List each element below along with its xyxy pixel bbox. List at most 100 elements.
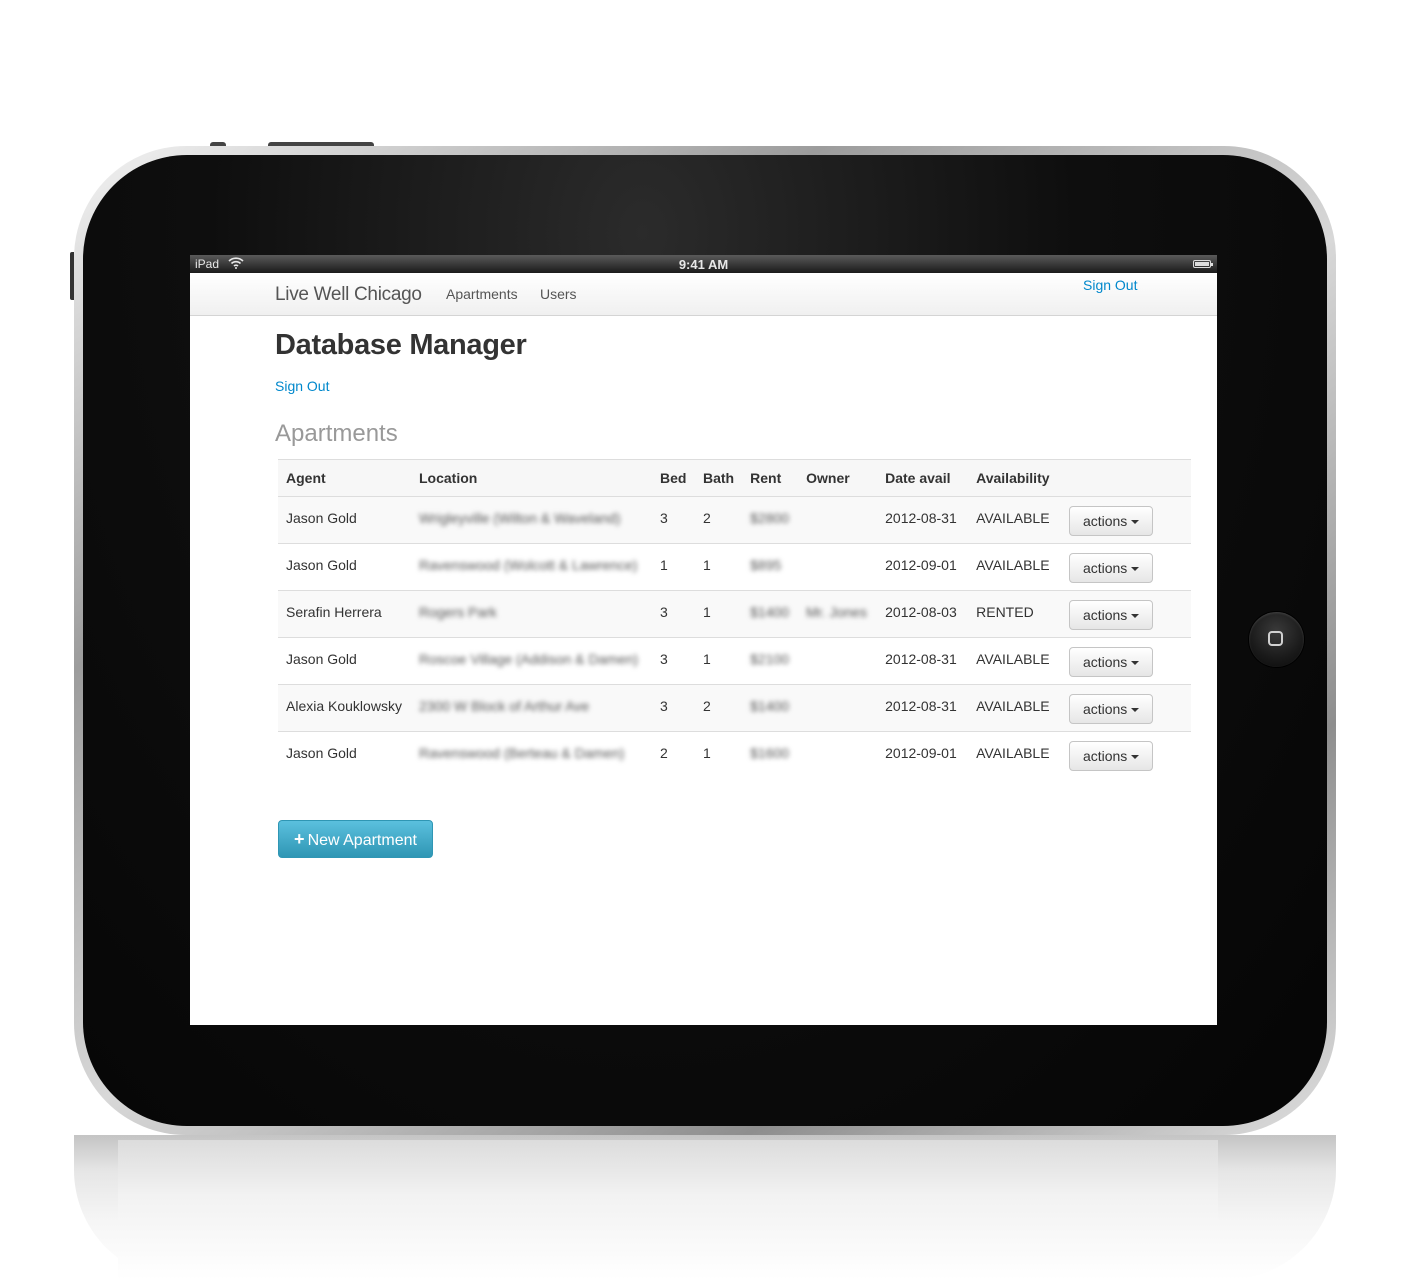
apartments-table-wrapper: Agent Location Bed Bath Rent Owner Date … (278, 459, 1192, 778)
cell-date-avail-container: 2012-09-01 (877, 543, 969, 591)
cell-rent: $1600 (750, 745, 790, 761)
cell-actions-container: actions (1061, 731, 1192, 778)
cell-bath: 1 (703, 604, 711, 620)
sign-out-link[interactable]: Sign Out (275, 378, 329, 394)
header-location: Location (411, 459, 652, 497)
cell-bed-container: 3 (652, 496, 695, 544)
cell-rent: $1400 (750, 698, 790, 714)
caret-down-icon (1131, 567, 1140, 572)
actions-dropdown-button[interactable]: actions (1069, 553, 1154, 583)
device-reflection-screen (118, 1140, 1218, 1280)
cell-date-avail-container: 2012-08-31 (877, 496, 969, 544)
cell-date-avail-container: 2012-08-03 (877, 590, 969, 638)
header-actions (1061, 459, 1192, 497)
cell-availability-container: RENTED (968, 590, 1062, 638)
cell-actions-container: actions (1061, 543, 1192, 591)
table-row: Alexia Kouklowsky 2300 W Block of Arthur … (278, 684, 1192, 732)
actions-dropdown-button[interactable]: actions (1069, 506, 1154, 536)
cell-agent: Jason Gold (286, 510, 357, 526)
cell-bed-container: 3 (652, 684, 695, 732)
cell-bath-container: 1 (695, 543, 743, 591)
cell-location-container: Rogers Park (411, 590, 652, 638)
cell-actions-container: actions (1061, 684, 1192, 732)
cell-location: Wrigleyville (Wilton & Waveland) (419, 510, 621, 526)
cell-agent-container: Jason Gold (278, 496, 411, 544)
cell-actions-container: actions (1061, 496, 1192, 544)
cell-date-avail: 2012-09-01 (885, 557, 957, 573)
cell-agent-container: Alexia Kouklowsky (278, 684, 411, 732)
navbar-sign-out-link[interactable]: Sign Out (1083, 277, 1137, 293)
cell-bed-container: 2 (652, 731, 695, 778)
cell-agent-container: Jason Gold (278, 543, 411, 591)
header-agent: Agent (278, 459, 411, 497)
cell-date-avail-container: 2012-09-01 (877, 731, 969, 778)
screen: iPad 9:41 AM Live Well Chicago Apartment… (190, 255, 1217, 1025)
cell-owner-container (798, 731, 878, 778)
cell-rent: $1400 (750, 604, 790, 620)
table-body: Jason Gold Wrigleyville (Wilton & Wavelan… (278, 496, 1192, 778)
home-button[interactable] (1249, 612, 1304, 667)
cell-rent-container: $1600 (742, 731, 799, 778)
table-row: Jason Gold Ravenswood (Berteau & Damen) 2 1… (278, 731, 1192, 778)
table-row: Jason Gold Ravenswood (Wolcott & Lawrence… (278, 543, 1192, 591)
cell-agent: Alexia Kouklowsky (286, 698, 402, 714)
actions-dropdown-button[interactable]: actions (1069, 694, 1154, 724)
new-apartment-label: New Apartment (307, 832, 417, 849)
cell-bed: 3 (660, 604, 668, 620)
brand-link[interactable]: Live Well Chicago (275, 284, 422, 306)
cell-bed: 3 (660, 510, 668, 526)
cell-availability-container: AVAILABLE (968, 684, 1062, 732)
actions-dropdown-button[interactable]: actions (1069, 647, 1154, 677)
header-bath: Bath (695, 459, 743, 497)
header-bed: Bed (652, 459, 695, 497)
apartments-table: Agent Location Bed Bath Rent Owner Date … (278, 459, 1192, 778)
header-date-avail: Date avail (877, 459, 969, 497)
cell-rent-container: $2100 (742, 637, 799, 685)
cell-owner (806, 544, 869, 557)
actions-label: actions (1082, 513, 1128, 529)
clock: 9:41 AM (678, 257, 729, 272)
cell-owner (806, 732, 869, 745)
cell-actions-container: actions (1061, 637, 1192, 685)
cell-availability: AVAILABLE (976, 651, 1050, 667)
actions-dropdown-button[interactable]: actions (1069, 741, 1154, 771)
cell-bath-container: 2 (695, 496, 743, 544)
caret-down-icon (1131, 755, 1140, 760)
cell-availability: AVAILABLE (976, 557, 1050, 573)
caret-down-icon (1131, 614, 1140, 619)
cell-location: Roscoe Village (Addison & Damen) (419, 651, 639, 667)
navbar: Live Well Chicago Apartments Users Sign … (190, 273, 1217, 316)
cell-bath: 2 (703, 698, 711, 714)
actions-label: actions (1082, 607, 1128, 623)
cell-bed: 3 (660, 698, 668, 714)
caret-down-icon (1131, 520, 1140, 525)
nav-apartments[interactable]: Apartments (446, 286, 518, 302)
nav-users[interactable]: Users (540, 286, 577, 302)
cell-bed: 2 (660, 745, 668, 761)
cell-bath: 1 (703, 651, 711, 667)
cell-date-avail-container: 2012-08-31 (877, 684, 969, 732)
cell-bed: 3 (660, 651, 668, 667)
actions-dropdown-button[interactable]: actions (1069, 600, 1154, 630)
cell-date-avail: 2012-08-31 (885, 651, 957, 667)
cell-availability: AVAILABLE (976, 745, 1050, 761)
cell-availability-container: AVAILABLE (968, 496, 1062, 544)
table-row: Serafin Herrera Rogers Park 3 1 $1400 Mr. Jon… (278, 590, 1192, 638)
section-title: Apartments (275, 420, 398, 447)
cell-agent-container: Jason Gold (278, 637, 411, 685)
cell-location: Ravenswood (Berteau & Damen) (419, 745, 625, 761)
actions-label: actions (1082, 560, 1128, 576)
cell-date-avail: 2012-08-31 (885, 698, 957, 714)
header-owner: Owner (798, 459, 878, 497)
cell-location: Ravenswood (Wolcott & Lawrence) (419, 557, 638, 573)
cell-bath-container: 2 (695, 684, 743, 732)
cell-owner-container: Mr. Jones (798, 590, 878, 638)
cell-owner-container (798, 684, 878, 732)
cell-owner: Mr. Jones (806, 604, 867, 620)
cell-rent-container: $1400 (742, 590, 799, 638)
cell-bath: 1 (703, 745, 711, 761)
status-bar: iPad 9:41 AM (190, 255, 1217, 273)
cell-availability: AVAILABLE (976, 698, 1050, 714)
cell-date-avail: 2012-08-31 (885, 510, 957, 526)
new-apartment-button[interactable]: + New Apartment (278, 820, 433, 858)
